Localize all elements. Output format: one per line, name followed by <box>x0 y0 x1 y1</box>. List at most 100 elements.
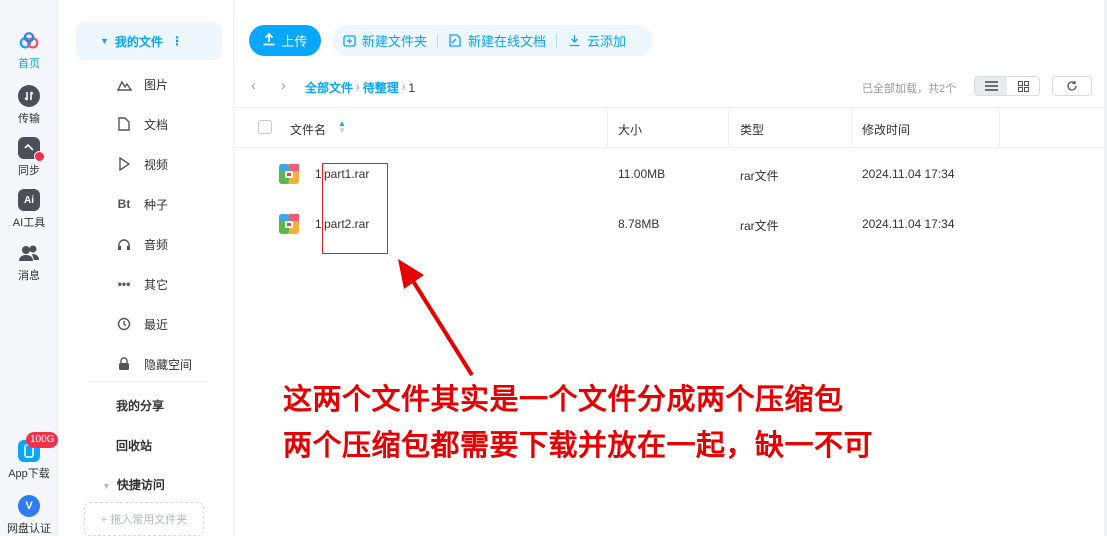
rail-transfer[interactable]: 传输 <box>0 85 58 126</box>
new-folder-button[interactable]: 新建文件夹 <box>342 31 427 50</box>
list-view-button[interactable] <box>975 77 1007 95</box>
file-modified: 2024.11.04 17:34 <box>862 167 955 181</box>
bt-icon: Bt <box>117 197 131 211</box>
grid-icon <box>1017 80 1029 92</box>
file-size: 8.78MB <box>618 217 660 231</box>
rail-messages[interactable]: 消息 <box>0 242 58 283</box>
rail-sync-label: 同步 <box>18 165 40 177</box>
toolbar-actions: 新建文件夹 新建在线文档 云添加 <box>332 25 653 56</box>
select-all-checkbox[interactable] <box>258 120 272 134</box>
upload-button[interactable]: 上传 <box>249 25 321 56</box>
toolbar-separator <box>437 33 439 48</box>
rail-transfer-label: 传输 <box>18 113 40 125</box>
file-type: rar文件 <box>740 169 779 183</box>
breadcrumb-separator-icon: › <box>356 81 360 94</box>
download-icon <box>567 34 581 48</box>
nav-item-images[interactable]: 图片 <box>116 74 168 94</box>
home-logo-icon <box>18 30 40 52</box>
nav-sidebar: ▼ 我的文件 ⋮ 图片 文档 视频 Bt 种子 音频 ••• 其它 最近 隐藏空… <box>58 0 234 536</box>
rail-home[interactable]: 首页 <box>0 30 58 71</box>
highlight-box <box>322 163 388 254</box>
nav-quick-access[interactable]: ▼ 快捷访问 <box>102 476 165 493</box>
list-icon <box>984 81 998 91</box>
messages-icon <box>18 242 40 264</box>
cloud-add-label: 云添加 <box>587 34 627 49</box>
grid-view-button[interactable] <box>1007 77 1039 95</box>
nav-item-other[interactable]: ••• 其它 <box>116 274 168 294</box>
cloud-add-button[interactable]: 云添加 <box>567 31 626 50</box>
column-divider[interactable] <box>851 108 852 148</box>
nav-my-files-label: 我的文件 <box>114 34 163 49</box>
nav-item-torrents[interactable]: Bt 种子 <box>116 194 168 214</box>
play-icon <box>116 156 132 172</box>
annotation-line-2: 两个压缩包都需要下载并放在一起，缺一不可 <box>283 428 874 462</box>
verify-icon: V <box>18 495 40 517</box>
image-icon <box>116 76 132 92</box>
rail-ai[interactable]: Ai AI工具 <box>0 189 58 230</box>
header-modified[interactable]: 修改时间 <box>862 121 910 138</box>
nav-item-label: 隐藏空间 <box>144 357 193 372</box>
document-icon <box>116 116 132 132</box>
view-toggle <box>974 76 1040 96</box>
nav-my-share[interactable]: 我的分享 <box>116 397 164 414</box>
annotation-arrow-icon <box>398 259 474 377</box>
annotation-line-1: 这两个文件其实是一个文件分成两个压缩包 <box>283 382 844 416</box>
sync-icon <box>18 137 45 162</box>
rail-messages-label: 消息 <box>18 270 40 282</box>
nav-recycle-bin[interactable]: 回收站 <box>116 437 152 454</box>
column-divider[interactable] <box>999 108 1000 148</box>
nav-item-label: 文档 <box>144 117 169 132</box>
file-name-prefix: 1 <box>315 167 322 181</box>
nav-item-label: 图片 <box>144 77 169 92</box>
nav-quick-access-label: 快捷访问 <box>116 478 165 492</box>
header-type[interactable]: 类型 <box>740 121 764 138</box>
sort-arrows-icon[interactable]: ▲ ▼ <box>338 120 346 135</box>
breadcrumb-separator-icon: › <box>401 81 406 94</box>
new-online-doc-button[interactable]: 新建在线文档 <box>448 31 546 50</box>
nav-item-label: 视频 <box>144 157 169 172</box>
more-vertical-icon[interactable]: ⋮ <box>171 34 183 48</box>
back-chevron-icon[interactable]: ‹ <box>251 77 256 93</box>
nav-item-audio[interactable]: 音频 <box>116 234 168 254</box>
nav-item-hidden-space[interactable]: 隐藏空间 <box>116 354 192 374</box>
collapse-triangle-icon: ▼ <box>102 481 111 491</box>
storage-badge: 100G <box>26 432 59 448</box>
rail-sync[interactable]: 同步 <box>0 137 58 178</box>
breadcrumb-root[interactable]: 全部文件 <box>305 79 353 96</box>
nav-item-label: 音频 <box>144 237 169 252</box>
new-online-doc-label: 新建在线文档 <box>468 34 547 49</box>
column-divider[interactable] <box>607 108 608 148</box>
nav-my-files[interactable]: ▼ 我的文件 ⋮ <box>76 22 222 60</box>
file-name-prefix: 1 <box>315 217 322 231</box>
folder-plus-icon <box>342 34 356 48</box>
upload-button-label: 上传 <box>281 34 308 49</box>
header-filename[interactable]: 文件名 <box>290 121 326 138</box>
nav-item-videos[interactable]: 视频 <box>116 154 168 174</box>
app-rail: 首页 传输 同步 Ai AI工具 消息 App下载 V 网盘认证 <box>0 0 58 536</box>
new-folder-label: 新建文件夹 <box>362 34 428 49</box>
file-size: 11.00MB <box>618 167 666 181</box>
column-divider[interactable] <box>728 108 729 148</box>
ellipsis-icon: ••• <box>117 277 131 291</box>
rail-ai-label: AI工具 <box>12 217 46 229</box>
refresh-icon <box>1067 81 1077 91</box>
quick-access-drop-zone[interactable]: + 拖入常用文件夹 <box>84 502 204 536</box>
doc-edit-icon <box>448 34 462 48</box>
file-modified: 2024.11.04 17:34 <box>862 217 955 231</box>
refresh-button[interactable] <box>1052 76 1092 96</box>
nav-item-label: 最近 <box>144 317 169 332</box>
nav-item-recent[interactable]: 最近 <box>116 314 168 334</box>
forward-chevron-icon[interactable]: › <box>281 77 286 93</box>
file-table-header: 文件名 大小 类型 修改时间 <box>234 107 1107 148</box>
header-size[interactable]: 大小 <box>618 121 642 138</box>
rail-verify-label: 网盘认证 <box>7 523 51 535</box>
ai-tool-icon: Ai <box>18 189 40 211</box>
rail-verify[interactable]: V 网盘认证 <box>0 495 58 536</box>
nav-divider <box>88 381 208 382</box>
collapse-triangle-icon: ▼ <box>100 36 109 46</box>
breadcrumb-folder[interactable]: 待整理 <box>363 79 399 96</box>
sync-alert-dot <box>34 151 45 162</box>
nav-item-docs[interactable]: 文档 <box>116 114 168 134</box>
rar-file-icon <box>279 214 299 234</box>
lock-icon <box>116 356 132 372</box>
